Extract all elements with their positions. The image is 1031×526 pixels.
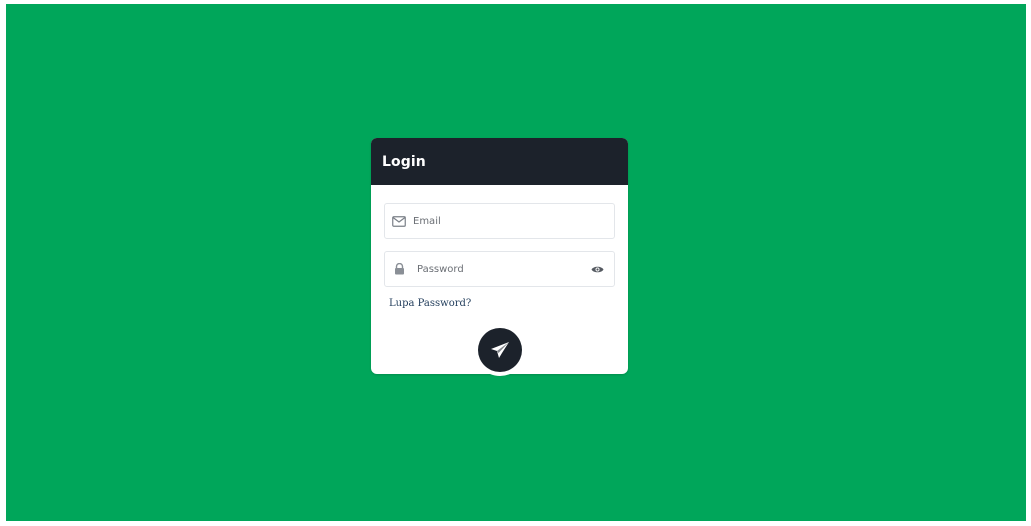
envelope-icon	[391, 213, 407, 229]
submit-button[interactable]	[478, 328, 522, 372]
login-title: Login	[382, 153, 426, 170]
password-field-wrapper	[384, 251, 615, 287]
submit-button-ring	[474, 324, 526, 376]
email-input[interactable]	[407, 206, 614, 236]
lock-icon	[391, 261, 407, 277]
login-card: Login Email Lupa Password?	[371, 138, 628, 376]
email-field-wrapper	[384, 203, 615, 239]
password-input[interactable]	[407, 254, 588, 284]
forgot-password-link[interactable]: Lupa Password?	[389, 298, 471, 309]
eye-icon	[591, 265, 604, 274]
show-password-button[interactable]	[588, 260, 606, 278]
paper-plane-icon	[490, 341, 510, 359]
login-card-header: Login	[371, 138, 628, 185]
page-background: Login Email Lupa Password?	[6, 4, 1026, 521]
